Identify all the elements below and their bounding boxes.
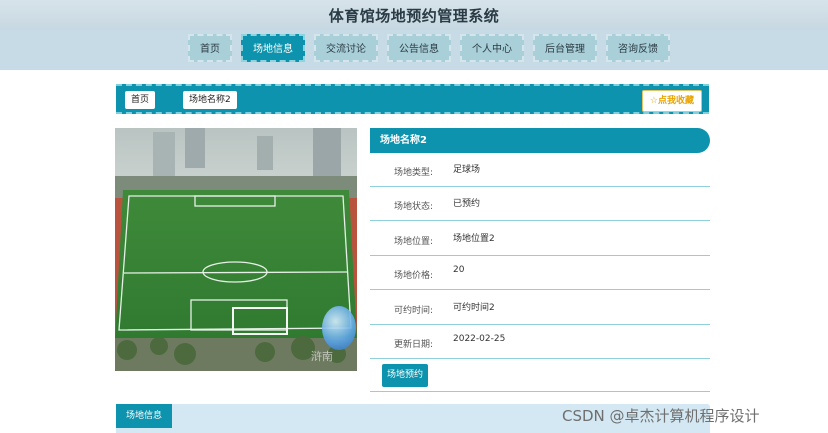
detail-row-status: 场地状态: 已预约 [370, 187, 710, 221]
breadcrumb: 首页 场地名称2 ☆点我收藏 [116, 84, 709, 114]
nav-item-forum[interactable]: 交流讨论 [314, 34, 378, 62]
detail-value: 2022-02-25 [453, 334, 506, 344]
nav-item-feedback[interactable]: 咨询反馈 [606, 34, 670, 62]
detail-row-type: 场地类型: 足球场 [370, 153, 710, 187]
photo-overlay-text: 浒南 [311, 350, 333, 363]
floating-orb-icon[interactable] [322, 306, 356, 350]
breadcrumb-current: 场地名称2 [183, 91, 237, 109]
detail-row-available-time: 可约时间: 可约时间2 [370, 291, 710, 325]
nav-item-admin[interactable]: 后台管理 [533, 34, 597, 62]
detail-value: 可约时间2 [453, 303, 495, 313]
football-field-image [115, 128, 357, 371]
detail-value: 场地位置2 [453, 234, 495, 244]
detail-label: 场地状态: [394, 202, 434, 212]
detail-value: 足球场 [453, 165, 481, 175]
detail-label: 场地价格: [394, 271, 434, 281]
venue-photo [115, 128, 357, 371]
detail-value: 已预约 [453, 199, 481, 209]
detail-label: 场地位置: [394, 237, 434, 247]
venue-name-header: 场地名称2 [370, 128, 710, 153]
tab-venue-info[interactable]: 场地信息 [116, 404, 172, 428]
nav-item-announcements[interactable]: 公告信息 [387, 34, 451, 62]
divider [370, 391, 710, 392]
breadcrumb-home[interactable]: 首页 [125, 91, 156, 109]
collect-button[interactable]: ☆点我收藏 [641, 90, 702, 112]
nav-item-home[interactable]: 首页 [188, 34, 232, 62]
site-title: 体育馆场地预约管理系统 [328, 6, 500, 25]
nav-item-personal-center[interactable]: 个人中心 [460, 34, 524, 62]
nav-item-venue-info[interactable]: 场地信息 [241, 34, 305, 62]
detail-row-updated-date: 更新日期: 2022-02-25 [370, 325, 710, 359]
detail-label: 更新日期: [394, 340, 434, 350]
detail-row-location: 场地位置: 场地位置2 [370, 222, 710, 256]
detail-value: 20 [453, 265, 465, 275]
book-venue-button[interactable]: 场地预约 [382, 364, 428, 387]
detail-label: 场地类型: [394, 168, 434, 178]
csdn-watermark: CSDN @卓杰计算机程序设计 [562, 407, 760, 425]
main-nav: 首页 场地信息 交流讨论 公告信息 个人中心 后台管理 咨询反馈 [188, 34, 670, 62]
detail-row-price: 场地价格: 20 [370, 256, 710, 290]
header-bar: 体育馆场地预约管理系统 [0, 0, 828, 31]
detail-label: 可约时间: [394, 306, 434, 316]
